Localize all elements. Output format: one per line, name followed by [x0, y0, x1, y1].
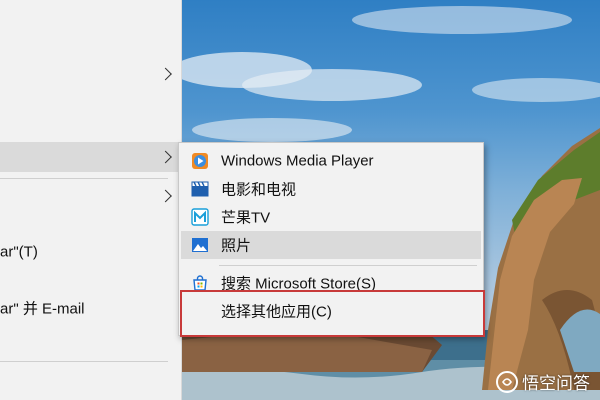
context-menu: ar"(T) ar" 并 E-mail: [0, 0, 182, 400]
wukong-logo-icon: [496, 370, 518, 393]
context-menu-item-3[interactable]: [0, 178, 182, 214]
context-menu-item-add-to-archive[interactable]: ar"(T): [0, 234, 182, 270]
context-menu-item-open-with[interactable]: [0, 142, 182, 172]
chevron-right-icon: [159, 67, 172, 81]
open-with-submenu: Windows Media Player 电影和电视 芒果TV 照片 搜索 Mi…: [178, 142, 484, 336]
submenu-item-search-store[interactable]: 搜索 Microsoft Store(S): [181, 269, 481, 297]
submenu-item-label: 芒果TV: [221, 209, 271, 227]
submenu-item-movies-tv[interactable]: 电影和电视: [181, 175, 481, 203]
menu-separator: [0, 361, 168, 362]
windows-media-player-icon: [191, 152, 209, 170]
photos-icon: [191, 236, 209, 254]
context-menu-item-add-to-archive-and-email[interactable]: ar" 并 E-mail: [0, 290, 182, 326]
submenu-item-windows-media-player[interactable]: Windows Media Player: [181, 147, 481, 175]
submenu-item-mango-tv[interactable]: 芒果TV: [181, 203, 481, 231]
submenu-item-label: Windows Media Player: [221, 152, 374, 170]
mango-tv-icon: [191, 208, 209, 226]
context-menu-item-label: ar"(T): [0, 243, 38, 261]
store-icon: [191, 274, 209, 292]
context-menu-item-1[interactable]: [0, 56, 182, 92]
submenu-item-label: 照片: [221, 237, 252, 255]
chevron-right-icon: [159, 150, 172, 164]
watermark-text: 悟空问答: [522, 374, 590, 393]
menu-separator: [219, 265, 477, 266]
submenu-item-label: 搜索 Microsoft Store(S): [221, 275, 377, 293]
submenu-item-choose-another-app[interactable]: 选择其他应用(C): [181, 297, 481, 325]
context-menu-item-label: ar" 并 E-mail: [0, 300, 85, 318]
chevron-right-icon: [159, 189, 172, 203]
watermark: 悟空问答: [496, 369, 590, 394]
submenu-item-photos[interactable]: 照片: [181, 231, 481, 259]
submenu-item-label: 电影和电视: [221, 181, 297, 199]
movies-tv-icon: [191, 180, 209, 198]
submenu-item-label: 选择其他应用(C): [221, 303, 332, 321]
